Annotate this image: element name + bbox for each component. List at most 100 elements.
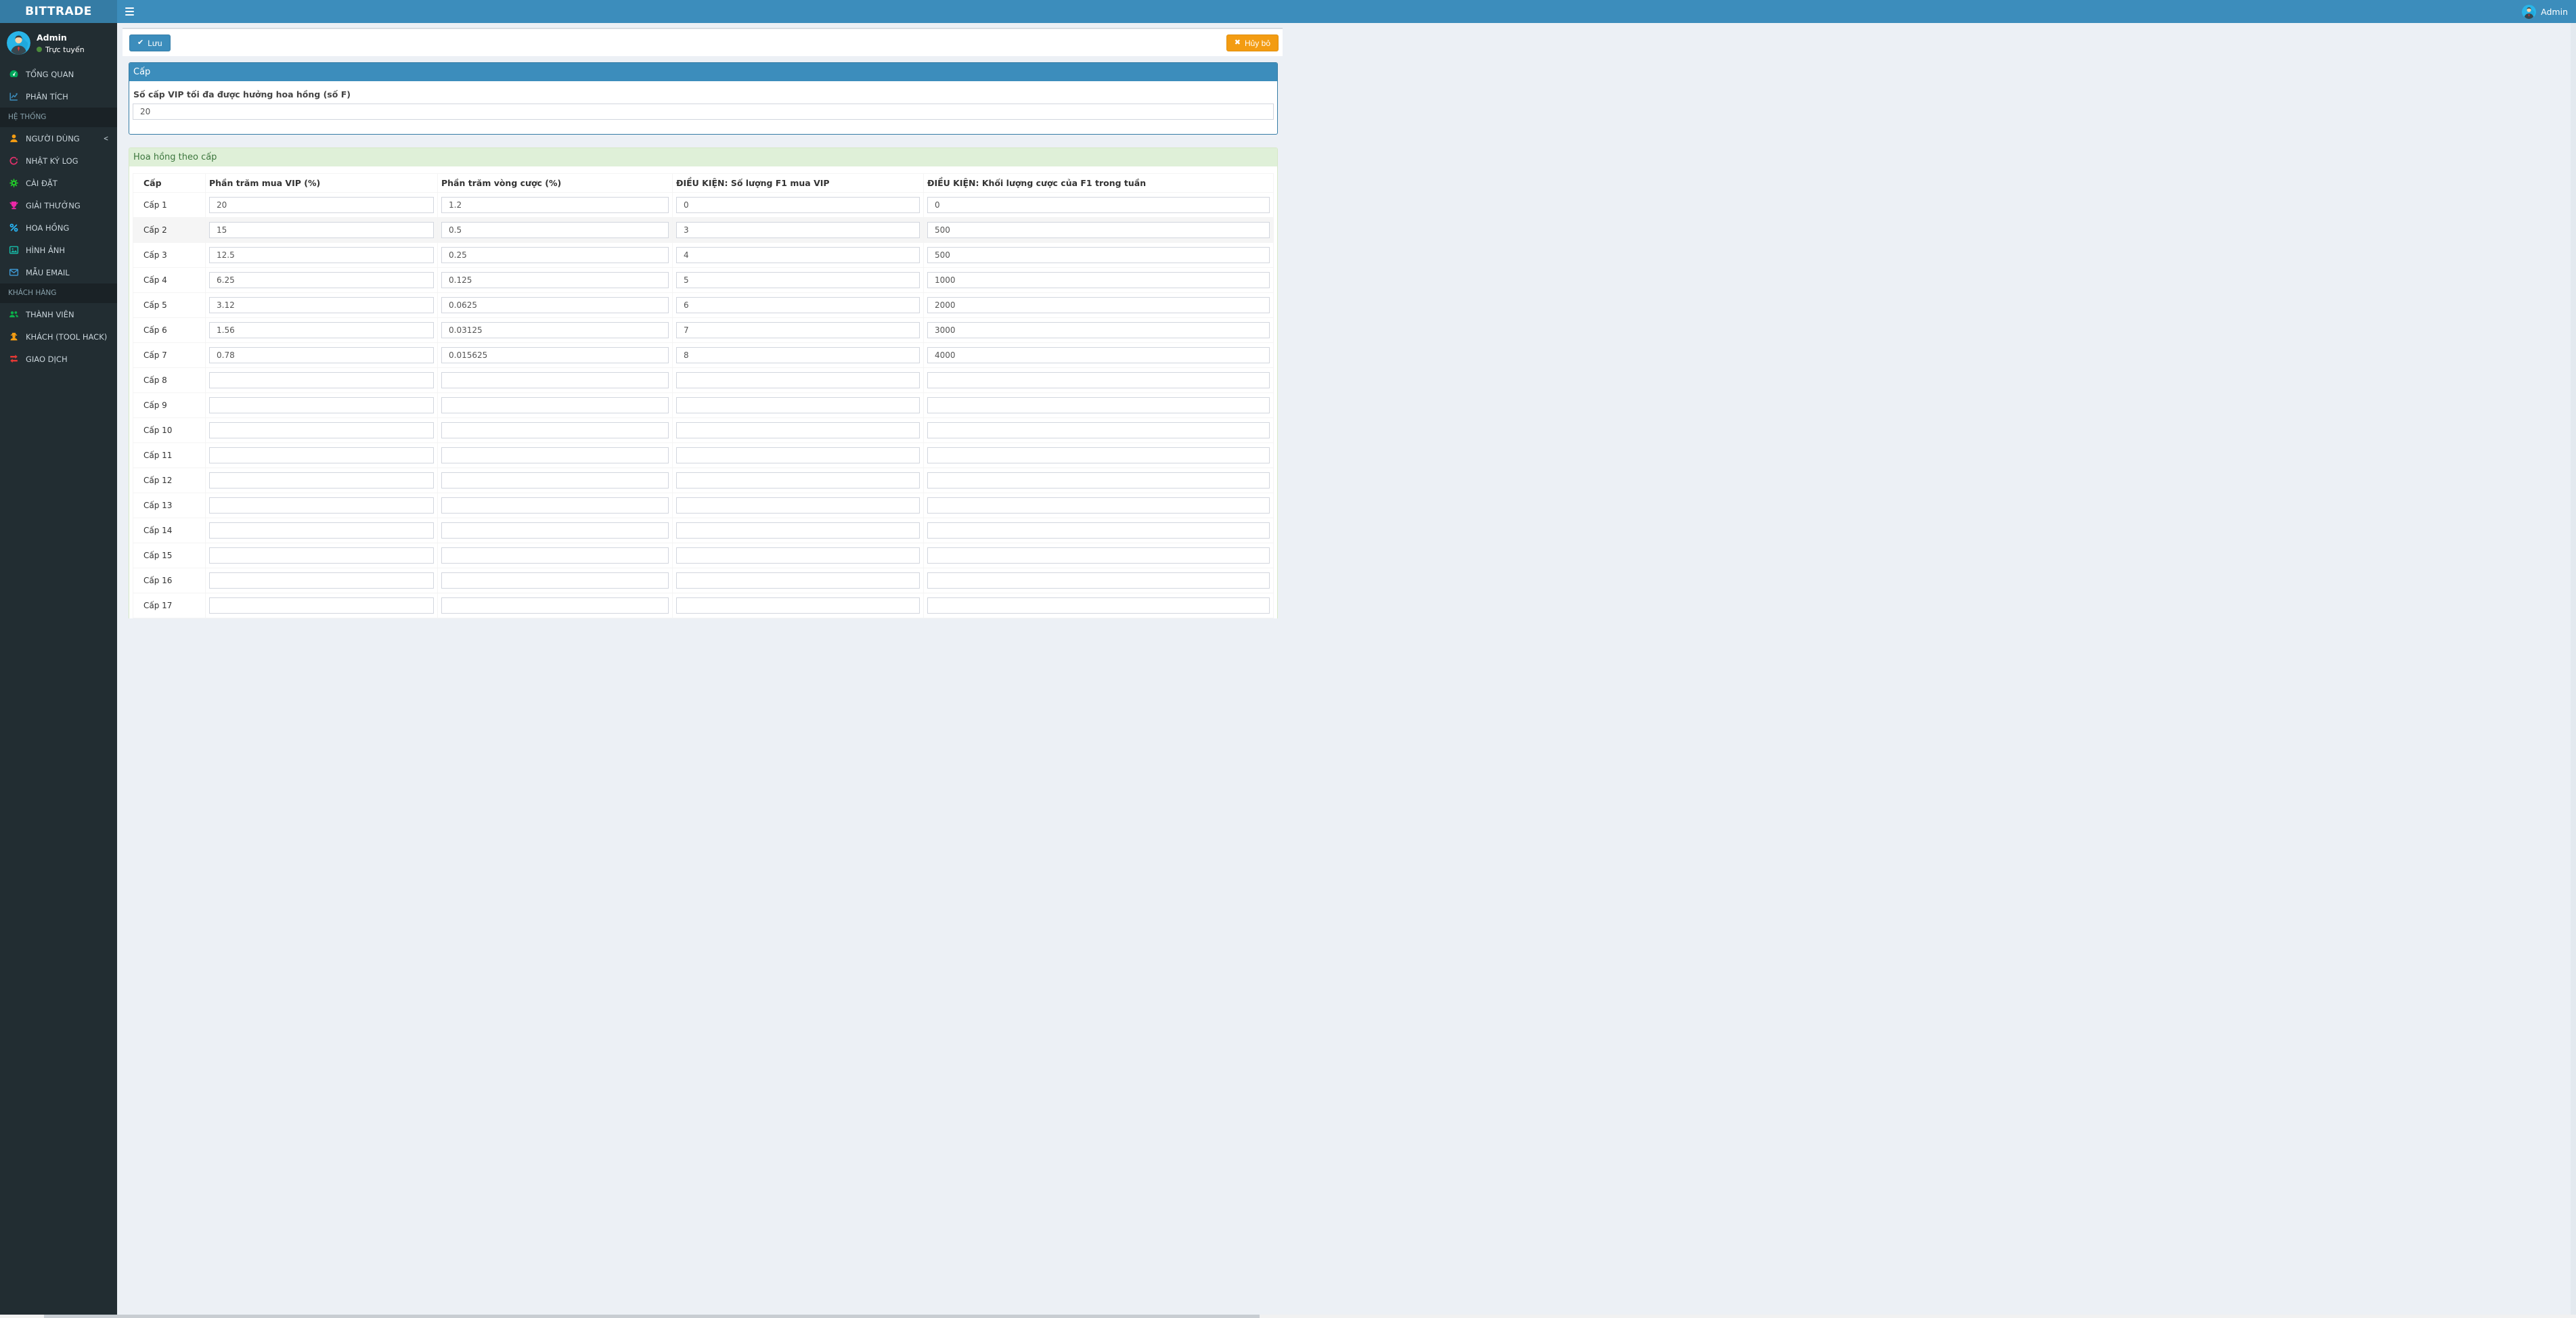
sidebar-item-tong-quan[interactable]: TỔNG QUAN — [0, 63, 117, 85]
turnover-percent-input[interactable] — [441, 372, 669, 388]
turnover-percent-input[interactable] — [441, 522, 669, 539]
sidebar-item-hinh-anh[interactable]: HÌNH ẢNH — [0, 239, 117, 261]
f1-vip-count-input[interactable] — [676, 272, 920, 288]
f1-week-volume-input[interactable] — [927, 447, 1270, 463]
turnover-percent-input[interactable] — [441, 197, 669, 213]
turnover-percent-input[interactable] — [441, 597, 669, 614]
horizontal-scrollbar[interactable] — [0, 1315, 2576, 1318]
sidebar-item-label: THÀNH VIÊN — [26, 309, 74, 319]
vip-percent-input[interactable] — [209, 422, 434, 438]
f1-week-volume-input[interactable] — [927, 572, 1270, 589]
turnover-percent-input[interactable] — [441, 222, 669, 238]
sidebar-item-phan-tich[interactable]: PHÂN TÍCH — [0, 85, 117, 108]
sidebar-item-nguoi-dung[interactable]: NGƯỜI DÙNG < — [0, 127, 117, 150]
vip-percent-input[interactable] — [209, 222, 434, 238]
f1-week-volume-input[interactable] — [927, 547, 1270, 564]
max-vip-level-input[interactable] — [133, 104, 1274, 120]
turnover-percent-input[interactable] — [441, 272, 669, 288]
vip-percent-input[interactable] — [209, 447, 434, 463]
table-row: Cấp 14 — [133, 518, 1274, 543]
f1-week-volume-input[interactable] — [927, 397, 1270, 413]
f1-vip-count-input[interactable] — [676, 372, 920, 388]
commission-panel-body: Cấp Phần trăm mua VIP (%) Phần trăm vòng c… — [129, 166, 1277, 618]
f1-week-volume-input[interactable] — [927, 272, 1270, 288]
vip-percent-input[interactable] — [209, 197, 434, 213]
sidebar-item-giao-dich[interactable]: GIAO DỊCH — [0, 348, 117, 370]
f1-week-volume-input[interactable] — [927, 347, 1270, 363]
sidebar-item-mau-email[interactable]: MẪU EMAIL — [0, 261, 117, 283]
turnover-percent-input[interactable] — [441, 347, 669, 363]
f1-week-volume-input[interactable] — [927, 522, 1270, 539]
f1-week-volume-input[interactable] — [927, 322, 1270, 338]
sidebar-item-thanh-vien[interactable]: THÀNH VIÊN — [0, 303, 117, 325]
cap-panel-body: Số cấp VIP tối đa được hưởng hoa hồng (s… — [129, 81, 1277, 134]
vip-percent-input[interactable] — [209, 322, 434, 338]
vip-percent-input[interactable] — [209, 372, 434, 388]
vip-percent-input[interactable] — [209, 572, 434, 589]
vip-percent-input[interactable] — [209, 297, 434, 313]
navbar-user-menu[interactable]: Admin — [2522, 4, 2568, 19]
sidebar-item-hoa-hong[interactable]: HOA HỒNG — [0, 217, 117, 239]
f1-vip-count-input[interactable] — [676, 197, 920, 213]
f1-vip-count-input[interactable] — [676, 222, 920, 238]
f1-week-volume-input[interactable] — [927, 297, 1270, 313]
turnover-percent-input[interactable] — [441, 472, 669, 488]
turnover-percent-input[interactable] — [441, 297, 669, 313]
turnover-percent-input[interactable] — [441, 547, 669, 564]
vertical-scrollbar[interactable] — [2571, 23, 2576, 1315]
table-row: Cấp 3 — [133, 242, 1274, 268]
turnover-percent-input[interactable] — [441, 422, 669, 438]
row-label: Cấp 7 — [133, 342, 206, 368]
f1-vip-count-input[interactable] — [676, 297, 920, 313]
turnover-percent-input[interactable] — [441, 447, 669, 463]
vip-percent-input[interactable] — [209, 272, 434, 288]
sidebar-item-cai-dat[interactable]: CÀI ĐẶT — [0, 172, 117, 194]
f1-vip-count-input[interactable] — [676, 247, 920, 263]
f1-week-volume-input[interactable] — [927, 422, 1270, 438]
vip-percent-input[interactable] — [209, 547, 434, 564]
vip-percent-input[interactable] — [209, 397, 434, 413]
f1-vip-count-input[interactable] — [676, 422, 920, 438]
f1-vip-count-input[interactable] — [676, 322, 920, 338]
dashboard-icon — [8, 69, 19, 80]
vip-percent-input[interactable] — [209, 497, 434, 514]
turnover-percent-input[interactable] — [441, 397, 669, 413]
save-button[interactable]: ✔ Lưu — [129, 35, 171, 51]
f1-vip-count-input[interactable] — [676, 547, 920, 564]
user-secret-icon — [8, 332, 19, 342]
turnover-percent-input[interactable] — [441, 247, 669, 263]
sidebar-item-khach-tool-hack[interactable]: KHÁCH (TOOL HACK) — [0, 325, 117, 348]
f1-vip-count-input[interactable] — [676, 522, 920, 539]
sidebar-item-nhat-ky-log[interactable]: NHẬT KÝ LOG — [0, 150, 117, 172]
f1-vip-count-input[interactable] — [676, 347, 920, 363]
sidebar-item-giai-thuong[interactable]: GIẢI THƯỞNG — [0, 194, 117, 217]
turnover-percent-input[interactable] — [441, 497, 669, 514]
vip-percent-input[interactable] — [209, 347, 434, 363]
f1-vip-count-input[interactable] — [676, 497, 920, 514]
f1-vip-count-input[interactable] — [676, 397, 920, 413]
vip-percent-input[interactable] — [209, 247, 434, 263]
turnover-percent-input[interactable] — [441, 322, 669, 338]
f1-week-volume-input[interactable] — [927, 222, 1270, 238]
f1-vip-count-input[interactable] — [676, 447, 920, 463]
f1-week-volume-input[interactable] — [927, 472, 1270, 488]
f1-vip-count-input[interactable] — [676, 472, 920, 488]
table-row: Cấp 2 — [133, 217, 1274, 243]
f1-week-volume-input[interactable] — [927, 372, 1270, 388]
f1-week-volume-input[interactable] — [927, 497, 1270, 514]
vip-percent-input[interactable] — [209, 522, 434, 539]
f1-week-volume-input[interactable] — [927, 597, 1270, 614]
f1-vip-count-input[interactable] — [676, 597, 920, 614]
f1-week-volume-input[interactable] — [927, 197, 1270, 213]
sidebar-toggle-icon[interactable] — [125, 7, 134, 16]
user-icon — [8, 133, 19, 144]
table-row: Cấp 17 — [133, 593, 1274, 618]
cancel-button[interactable]: ✖ Hủy bỏ — [1226, 35, 1279, 51]
f1-vip-count-input[interactable] — [676, 572, 920, 589]
vip-percent-input[interactable] — [209, 597, 434, 614]
vip-percent-input[interactable] — [209, 472, 434, 488]
turnover-percent-input[interactable] — [441, 572, 669, 589]
horizontal-scrollbar-thumb[interactable] — [44, 1315, 1260, 1318]
f1-week-volume-input[interactable] — [927, 247, 1270, 263]
brand-logo[interactable]: BITTRADE — [0, 0, 117, 23]
